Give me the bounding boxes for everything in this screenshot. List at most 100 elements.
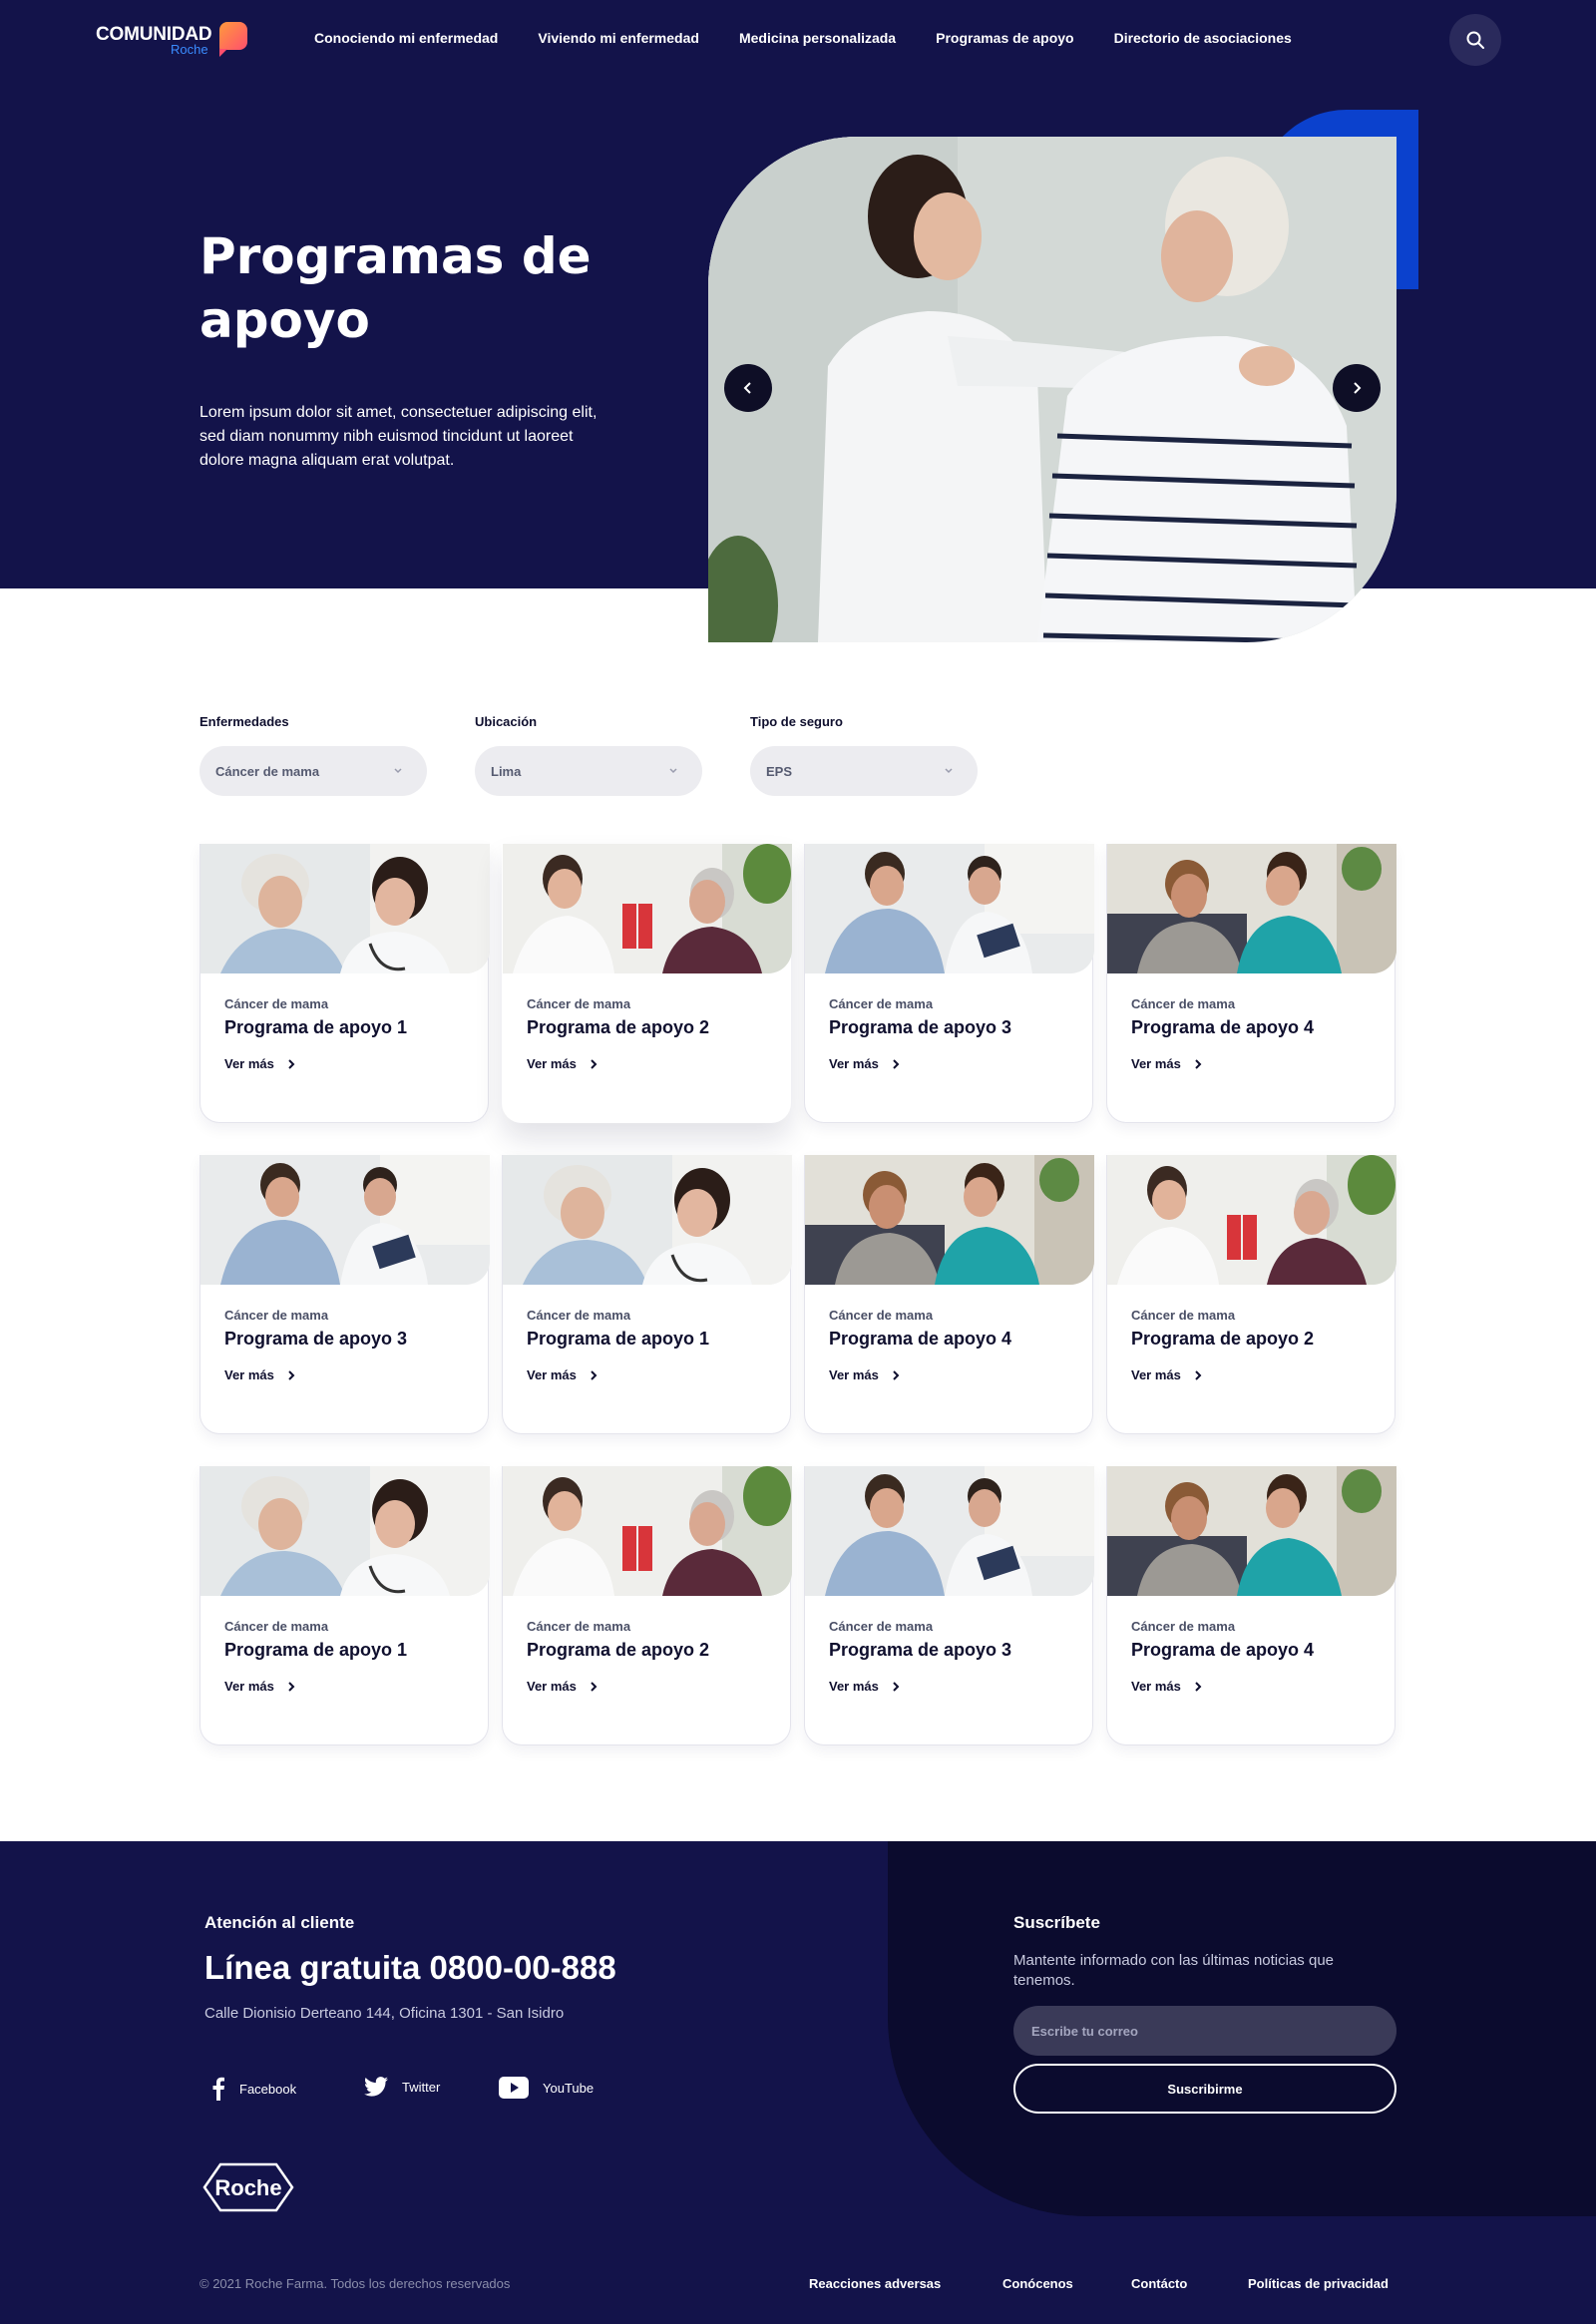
footer-link-conocenos[interactable]: Conócenos [1002,2276,1073,2291]
program-card-title: Programa de apoyo 2 [527,1640,710,1660]
program-card[interactable]: Cáncer de mama Programa de apoyo 2 Ver más [502,844,792,1123]
program-card-image [805,1466,1094,1596]
address: Calle Dionisio Derteano 144, Oficina 130… [204,2005,565,2022]
program-card-title: Programa de apoyo 2 [1131,1329,1315,1349]
program-card-category: Cáncer de mama [224,1308,329,1323]
program-card[interactable]: Cáncer de mama Programa de apoyo 3 Ver más [804,844,1094,1123]
program-card-image [805,844,1094,973]
program-card-category: Cáncer de mama [527,996,631,1011]
filter-ubicacion: Ubicación Lima [475,714,702,796]
program-card-category: Cáncer de mama [829,1308,934,1323]
chevron-down-icon [394,768,402,774]
program-card-category: Cáncer de mama [527,1308,631,1323]
filter-label: Tipo de seguro [750,714,843,729]
social-twitter[interactable]: Twitter [364,2077,440,2097]
program-card[interactable]: Cáncer de mama Programa de apoyo 2 Ver más [1106,1155,1396,1434]
select-value: Lima [491,763,522,779]
footer: Atención al cliente Línea gratuita 0800-… [0,1841,1596,2324]
chevron-right-icon [1195,1681,1202,1692]
enfermedades-select[interactable]: Cáncer de mama [200,746,427,796]
program-card-image [200,1155,490,1285]
ver-mas-label: Ver más [829,1367,879,1382]
ver-mas-label: Ver más [829,1056,879,1071]
ver-mas-link[interactable]: Ver más [224,1056,296,1071]
program-card[interactable]: Cáncer de mama Programa de apoyo 2 Ver más [502,1466,792,1745]
ver-mas-link[interactable]: Ver más [829,1679,901,1694]
chevron-right-icon [1195,1058,1202,1069]
footer-link-contacto[interactable]: Contácto [1131,2276,1187,2291]
chevron-left-icon [743,382,751,394]
comunidad-roche-logo[interactable]: COMUNIDAD Roche [96,20,255,60]
nav-item-programas[interactable]: Programas de apoyo [936,30,1074,46]
program-card-category: Cáncer de mama [1131,996,1236,1011]
ver-mas-link[interactable]: Ver más [829,1056,901,1071]
select-value: Cáncer de mama [215,763,320,779]
social-youtube[interactable]: YouTube [499,2077,594,2099]
program-card[interactable]: Cáncer de mama Programa de apoyo 1 Ver más [200,1466,490,1745]
program-card[interactable]: Cáncer de mama Programa de apoyo 1 Ver más [502,1155,792,1434]
carousel-prev-button[interactable] [724,364,772,412]
search-button[interactable] [1449,14,1501,66]
ver-mas-link[interactable]: Ver más [224,1679,296,1694]
program-card[interactable]: Cáncer de mama Programa de apoyo 4 Ver más [1106,844,1396,1123]
nav-item-conociendo[interactable]: Conociendo mi enfermedad [314,30,498,46]
ver-mas-link[interactable]: Ver más [527,1679,598,1694]
ver-mas-link[interactable]: Ver más [527,1056,598,1071]
main-nav: Conociendo mi enfermedad Viviendo mi enf… [314,30,1292,46]
carousel-next-button[interactable] [1333,364,1381,412]
ver-mas-label: Ver más [527,1679,577,1694]
ver-mas-link[interactable]: Ver más [1131,1056,1203,1071]
ver-mas-link[interactable]: Ver más [224,1367,296,1382]
program-card[interactable]: Cáncer de mama Programa de apoyo 1 Ver más [200,844,490,1123]
ver-mas-link[interactable]: Ver más [1131,1679,1203,1694]
program-card-title: Programa de apoyo 4 [1131,1017,1315,1037]
program-card[interactable]: Cáncer de mama Programa de apoyo 3 Ver más [804,1466,1094,1745]
ver-mas-link[interactable]: Ver más [527,1367,598,1382]
chevron-right-icon [1354,382,1362,394]
page-title: Programas de apoyo [200,227,592,349]
footer-link-reacciones[interactable]: Reacciones adversas [809,2276,941,2291]
hero-image [708,137,1396,642]
filter-enfermedades: Enfermedades Cáncer de mama [200,714,427,796]
phone-line: Línea gratuita 0800-00-888 [204,1949,616,1986]
ver-mas-link[interactable]: Ver más [1131,1367,1203,1382]
program-card-image [200,844,490,973]
program-card-title: Programa de apoyo 1 [224,1017,408,1037]
program-card-image [200,1466,490,1596]
program-card[interactable]: Cáncer de mama Programa de apoyo 4 Ver más [1106,1466,1396,1745]
social-label: YouTube [543,2080,595,2096]
ver-mas-link[interactable]: Ver más [829,1367,901,1382]
program-card-image [805,1155,1094,1285]
nav-item-directorio[interactable]: Directorio de asociaciones [1114,30,1292,46]
chevron-right-icon [1195,1369,1202,1380]
program-card-category: Cáncer de mama [829,1619,934,1634]
copyright: © 2021 Roche Farma. Todos los derechos r… [200,2276,511,2291]
ubicacion-select[interactable]: Lima [475,746,702,796]
email-input[interactable] [1013,2006,1396,2056]
chevron-right-icon [893,1681,900,1692]
youtube-icon [499,2077,529,2099]
ver-mas-label: Ver más [527,1056,577,1071]
program-card[interactable]: Cáncer de mama Programa de apoyo 3 Ver más [200,1155,490,1434]
roche-logo[interactable]: Roche [202,2162,294,2217]
chevron-right-icon [288,1681,295,1692]
chevron-right-icon [288,1369,295,1380]
program-card-title: Programa de apoyo 4 [1131,1640,1315,1660]
ver-mas-label: Ver más [1131,1679,1181,1694]
chevron-down-icon [945,768,953,774]
chevron-right-icon [591,1369,598,1380]
chevron-down-icon [669,768,677,774]
nav-item-medicina[interactable]: Medicina personalizada [739,30,896,46]
filter-label: Ubicación [475,714,538,729]
social-facebook[interactable]: Facebook [211,2077,296,2101]
program-card-title: Programa de apoyo 1 [527,1329,710,1349]
social-label: Facebook [239,2081,297,2097]
nav-item-viviendo[interactable]: Viviendo mi enfermedad [538,30,699,46]
program-card-title: Programa de apoyo 1 [224,1640,408,1660]
program-card-title: Programa de apoyo 3 [829,1017,1012,1037]
footer-link-privacidad[interactable]: Políticas de privacidad [1248,2276,1389,2291]
program-card[interactable]: Cáncer de mama Programa de apoyo 4 Ver más [804,1155,1094,1434]
program-card-image [1107,1466,1396,1596]
tipo-seguro-select[interactable]: EPS [750,746,978,796]
subscribe-button[interactable]: Suscribirme [1013,2064,1396,2114]
